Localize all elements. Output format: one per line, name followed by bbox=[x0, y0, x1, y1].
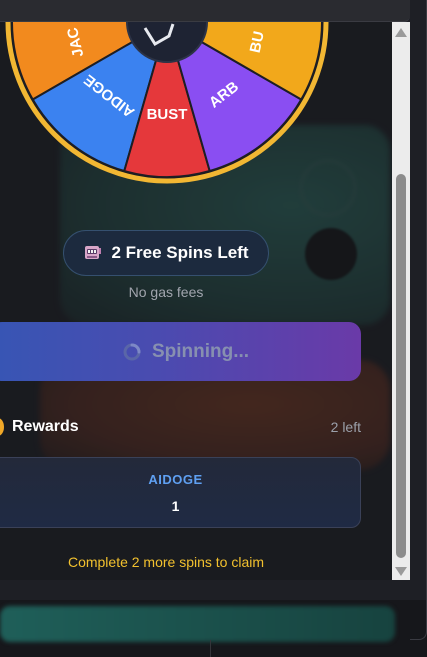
gas-fee-note: No gas fees bbox=[128, 284, 204, 300]
reward-token-name: AIDOGE bbox=[148, 472, 203, 487]
slot-machine-icon bbox=[84, 246, 101, 259]
rewards-title: Rewards bbox=[12, 418, 79, 435]
scroll-thumb[interactable] bbox=[396, 174, 406, 558]
window-frame bbox=[210, 640, 427, 657]
spin-button-label: Spinning... bbox=[151, 340, 250, 362]
spin-wheel-modal: JAC AIDOGE BUST ARB BU 2 Free Spins Left No … bbox=[0, 22, 392, 580]
reward-quantity: 1 bbox=[171, 498, 180, 514]
prize-wheel: JACAIDOGE BUSTARBBU bbox=[5, 22, 329, 184]
rewards-header: Rewards 2 left bbox=[0, 416, 361, 440]
reward-item[interactable]: AIDOGE 1 bbox=[0, 457, 361, 528]
wheel-segment-label: BUST bbox=[147, 106, 188, 123]
rewards-remaining: 2 left bbox=[330, 419, 361, 435]
coin-icon bbox=[0, 418, 4, 436]
backdrop-header bbox=[0, 0, 410, 22]
vertical-scrollbar[interactable] bbox=[392, 22, 410, 580]
claim-note: Complete 2 more spins to claim bbox=[67, 554, 265, 570]
free-spins-badge: 2 Free Spins Left bbox=[63, 230, 269, 276]
window-frame bbox=[410, 0, 427, 640]
backdrop-bar bbox=[0, 606, 395, 642]
scroll-up-arrow-icon[interactable] bbox=[395, 28, 407, 37]
scroll-down-arrow-icon[interactable] bbox=[395, 567, 407, 576]
free-spins-label: 2 Free Spins Left bbox=[111, 243, 249, 262]
spinner-icon bbox=[123, 343, 141, 360]
spin-button[interactable]: Spinning... bbox=[0, 322, 361, 381]
